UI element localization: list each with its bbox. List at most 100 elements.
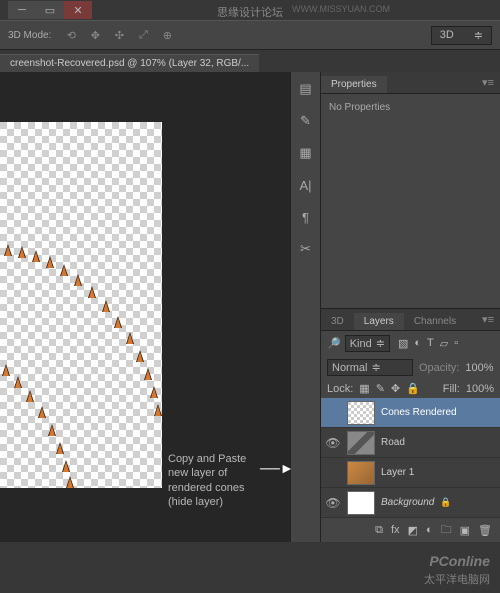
cone xyxy=(60,262,68,276)
layer-mask-icon[interactable]: ◩ xyxy=(408,524,418,537)
move-icon[interactable]: ✣ xyxy=(111,27,127,43)
properties-body: No Properties xyxy=(321,94,500,308)
filter-pixel-icon[interactable]: ▧ xyxy=(398,337,408,350)
adjustment-layer-icon[interactable]: ◐ xyxy=(426,524,433,536)
history-icon[interactable]: ▤ xyxy=(295,78,317,100)
cone xyxy=(32,248,40,262)
layer-name[interactable]: Cones Rendered xyxy=(381,407,457,418)
tab-layers[interactable]: Layers xyxy=(354,313,404,330)
workspace-dropdown[interactable]: 3D ≑ xyxy=(431,26,492,45)
panel-menu-icon[interactable]: ▾≡ xyxy=(476,309,500,330)
layers-footer: ⧉ fx ◩ ◐ 🗀 ▣ 🗑 xyxy=(321,518,500,542)
cone xyxy=(114,314,122,328)
panel-menu-icon[interactable]: ▾≡ xyxy=(476,72,500,93)
cone xyxy=(126,330,134,344)
cone xyxy=(14,374,22,388)
filter-type-icons: ▧ ◐ T ▱ ▫ xyxy=(398,337,458,350)
fill-value[interactable]: 100% xyxy=(466,383,494,395)
layer-row[interactable]: Cones Rendered xyxy=(321,398,500,428)
filter-search-icon[interactable]: 🔎 xyxy=(327,337,341,350)
cone xyxy=(136,348,144,362)
lock-position-icon[interactable]: ✥ xyxy=(391,382,400,395)
window-controls: ─ ▭ ✕ xyxy=(8,1,92,19)
document-tab-bar: creenshot-Recovered.psd @ 107% (Layer 32… xyxy=(0,50,500,72)
lock-transparent-icon[interactable]: ▦ xyxy=(359,382,369,395)
tab-3d[interactable]: 3D xyxy=(321,313,354,330)
cone xyxy=(46,254,54,268)
tab-properties[interactable]: Properties xyxy=(321,76,387,93)
brush-icon[interactable]: ✎ xyxy=(295,110,317,132)
filter-type-icon[interactable]: T xyxy=(427,337,434,350)
layer-thumbnail[interactable] xyxy=(347,431,375,455)
cone xyxy=(74,272,82,286)
opacity-value[interactable]: 100% xyxy=(465,362,493,374)
swatches-icon[interactable]: ▦ xyxy=(295,142,317,164)
filter-shape-icon[interactable]: ▱ xyxy=(440,337,448,350)
chevron-down-icon: ≑ xyxy=(474,29,483,42)
annotation-text: Copy and Paste new layer of rendered con… xyxy=(168,452,246,509)
group-icon[interactable]: 🗀 xyxy=(441,521,452,540)
layer-row[interactable]: Layer 1 xyxy=(321,458,500,488)
delete-layer-icon[interactable]: 🗑 xyxy=(478,524,492,537)
layer-thumbnail[interactable] xyxy=(347,491,375,515)
filter-kind-dropdown[interactable]: Kind ≑ xyxy=(345,335,390,352)
layer-row[interactable]: 👁 Road xyxy=(321,428,500,458)
lock-all-icon[interactable]: 🔒 xyxy=(406,382,420,395)
collapsed-panel-dock: ▤ ✎ ▦ A| ¶ ✂ xyxy=(291,72,321,542)
cone xyxy=(18,244,26,258)
canvas[interactable] xyxy=(0,122,162,488)
window-titlebar: 思缘设计论坛 WWW.MISSYUAN.COM ─ ▭ ✕ xyxy=(0,0,500,20)
scale-icon[interactable]: ⤢ xyxy=(135,27,151,43)
cone xyxy=(62,458,70,472)
lock-icon: 🔒 xyxy=(440,497,451,508)
document-tab[interactable]: creenshot-Recovered.psd @ 107% (Layer 32… xyxy=(0,54,259,72)
right-panel-column: ▤ ✎ ▦ A| ¶ ✂ Properties ▾≡ No Properties… xyxy=(290,72,500,542)
watermark-top-center: 思缘设计论坛 xyxy=(217,4,283,20)
visibility-toggle[interactable]: 👁 xyxy=(325,436,341,450)
blend-row: Normal ≑ Opacity: 100% xyxy=(321,356,500,379)
layer-thumbnail[interactable] xyxy=(347,401,375,425)
new-layer-icon[interactable]: ▣ xyxy=(460,524,470,537)
layer-name[interactable]: Layer 1 xyxy=(381,467,414,478)
cone xyxy=(4,242,12,256)
layer-name[interactable]: Background xyxy=(381,497,434,508)
cone xyxy=(66,474,74,488)
lock-label: Lock: xyxy=(327,383,353,395)
cone xyxy=(88,284,96,298)
cone xyxy=(154,402,162,416)
link-layers-icon[interactable]: ⧉ xyxy=(375,524,383,537)
paragraph-icon[interactable]: ¶ xyxy=(295,206,317,228)
blend-mode-dropdown[interactable]: Normal ≑ xyxy=(327,359,413,376)
chevron-down-icon: ≑ xyxy=(371,361,380,374)
orbit-icon[interactable]: ⟲ xyxy=(63,27,79,43)
fill-label: Fill: xyxy=(443,383,460,395)
dropdown-value: 3D xyxy=(440,29,454,41)
lock-pixel-icon[interactable]: ✎ xyxy=(376,382,385,395)
main-area: Copy and Paste new layer of rendered con… xyxy=(0,72,500,542)
layer-name[interactable]: Road xyxy=(381,437,405,448)
cone xyxy=(144,366,152,380)
tab-channels[interactable]: Channels xyxy=(404,313,466,330)
watermark-top-right: WWW.MISSYUAN.COM xyxy=(292,4,390,14)
cone xyxy=(26,388,34,402)
character-icon[interactable]: A| xyxy=(295,174,317,196)
filter-adjust-icon[interactable]: ◐ xyxy=(414,337,421,350)
minimize-button[interactable]: ─ xyxy=(8,1,36,19)
tool-preset-icon[interactable]: ✂ xyxy=(295,238,317,260)
maximize-button[interactable]: ▭ xyxy=(36,1,64,19)
cone xyxy=(102,298,110,312)
watermark-brand: PConline xyxy=(429,553,490,569)
cone xyxy=(48,422,56,436)
arrow-icon: ──► xyxy=(260,460,294,476)
layer-style-icon[interactable]: fx xyxy=(391,524,400,536)
layer-row[interactable]: 👁 Background 🔒 xyxy=(321,488,500,518)
opacity-label: Opacity: xyxy=(419,362,459,374)
rotate-icon[interactable]: ⊕ xyxy=(159,27,175,43)
close-button[interactable]: ✕ xyxy=(64,1,92,19)
visibility-toggle[interactable]: 👁 xyxy=(325,496,341,510)
layer-thumbnail[interactable] xyxy=(347,461,375,485)
watermark-sub: 太平洋电脑网 xyxy=(424,571,490,587)
filter-smart-icon[interactable]: ▫ xyxy=(454,337,458,350)
pan-icon[interactable]: ✥ xyxy=(87,27,103,43)
properties-tabs: Properties ▾≡ xyxy=(321,72,500,94)
